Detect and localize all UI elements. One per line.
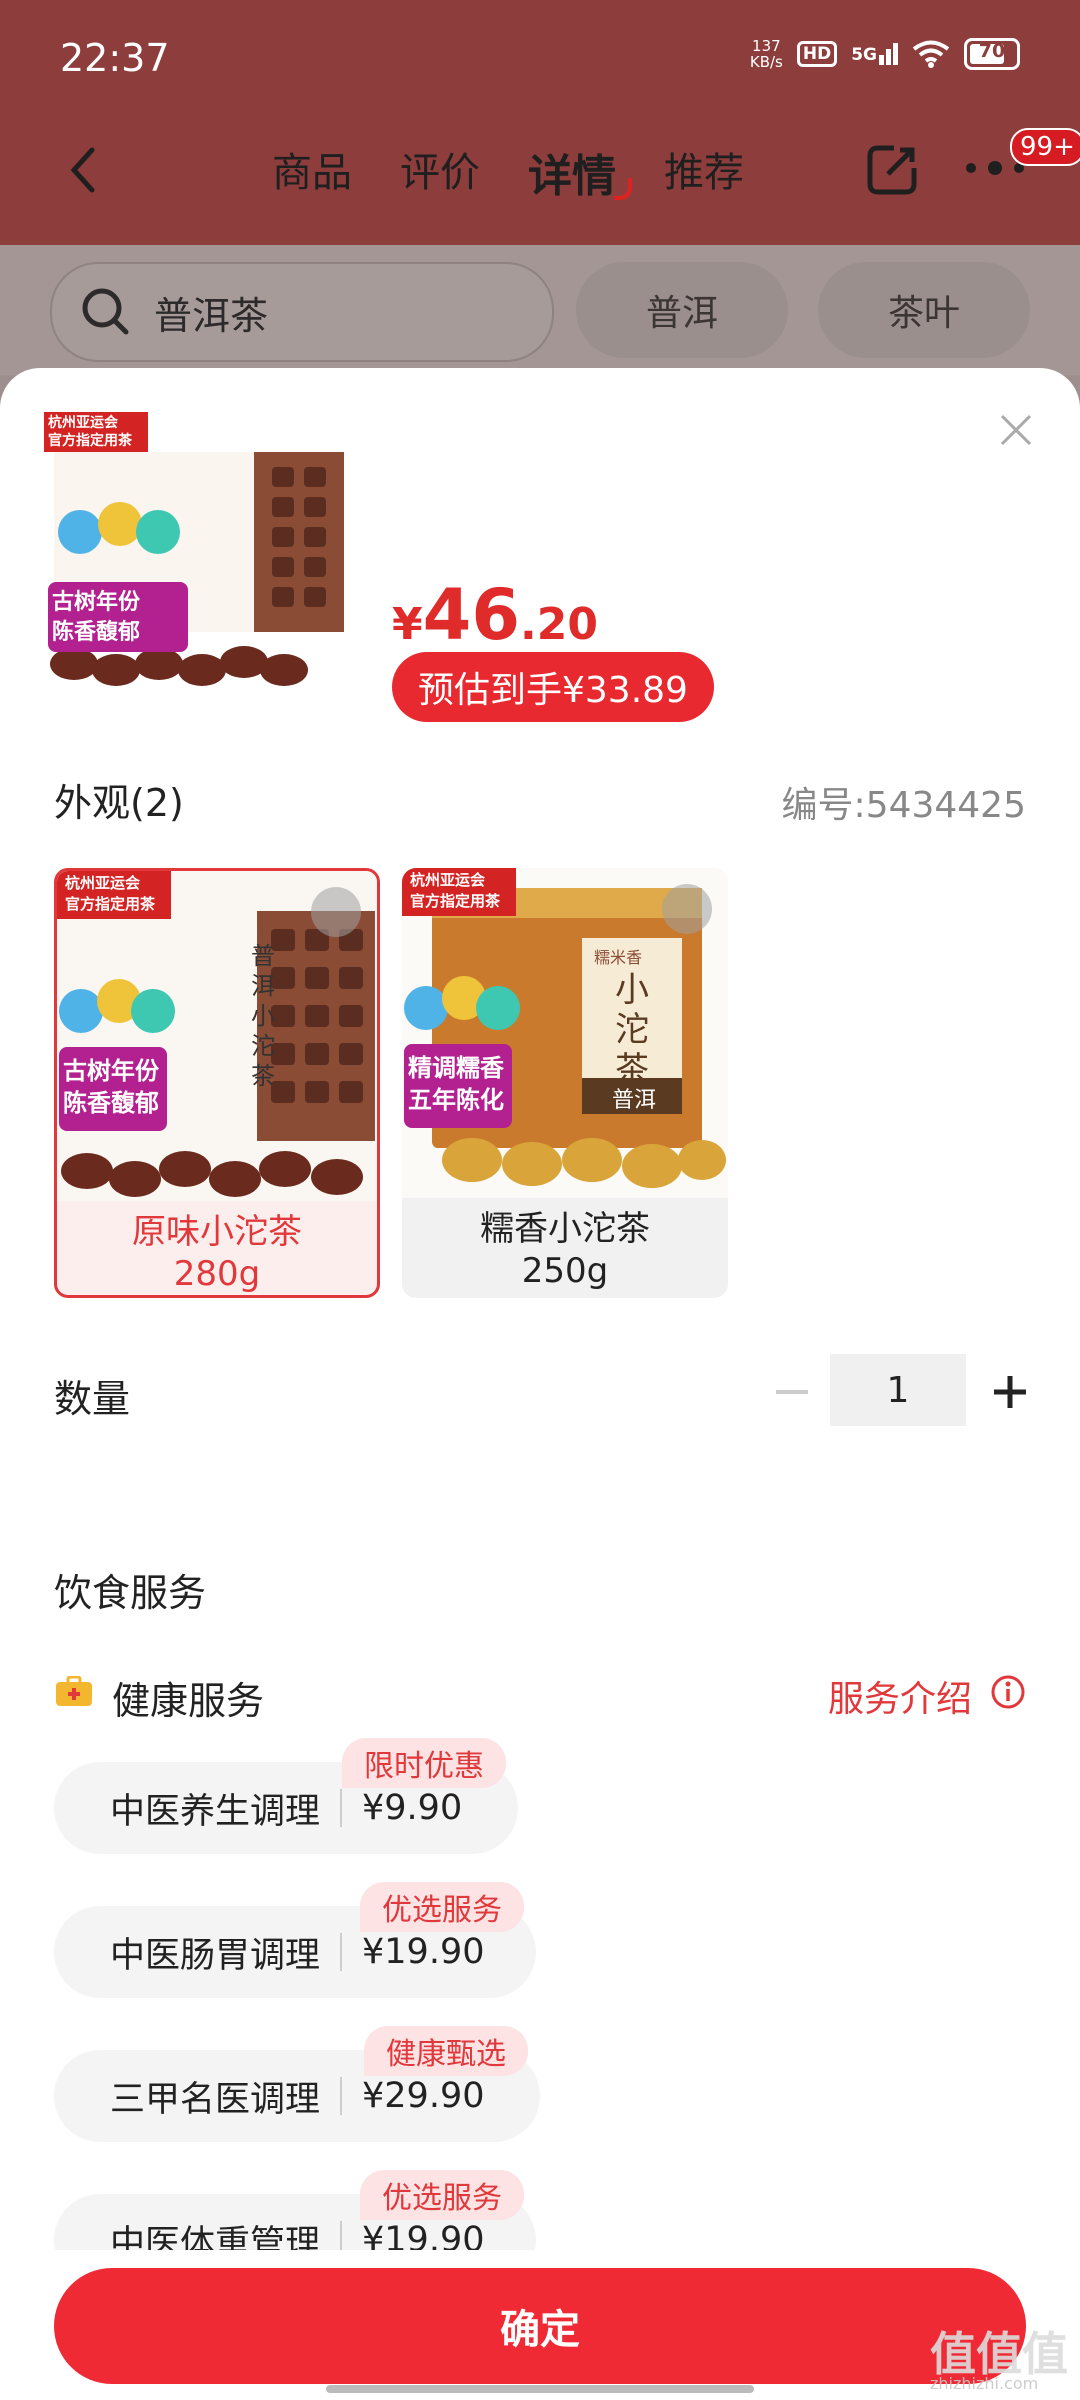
- close-icon[interactable]: [996, 410, 1036, 450]
- search-chip-puer[interactable]: 普洱: [576, 262, 788, 358]
- battery-icon: 70: [964, 38, 1020, 70]
- medical-kit-icon: [56, 1676, 92, 1706]
- appearance-title: 外观(2): [54, 781, 184, 825]
- minus-icon[interactable]: [770, 1362, 814, 1422]
- service-tag: 限时优惠: [342, 1738, 506, 1788]
- tab-recommend[interactable]: 推荐: [664, 140, 744, 204]
- health-service-title: 健康服务: [112, 1679, 265, 1723]
- variant-label: 糯香小沱茶 250g: [480, 1209, 650, 1291]
- expand-image-icon[interactable]: [662, 884, 712, 934]
- price: ¥46.20: [392, 574, 598, 656]
- service-list-clip: 中医体重管理 ¥19.90 优选服务: [0, 2170, 1080, 2250]
- hero-caption: 古树年份 陈香馥郁: [52, 590, 141, 645]
- estimated-price-badge: 预估到手¥33.89: [392, 652, 714, 722]
- expand-image-icon[interactable]: [311, 887, 361, 937]
- variant-original[interactable]: 杭州亚运会 官方指定用茶 普洱小沱茶 古树年份 陈香馥郁 原味小沱茶 280g: [54, 868, 380, 1298]
- service-tag: 优选服务: [360, 2170, 524, 2220]
- sku-number: 编号:5434425: [781, 785, 1026, 826]
- quantity-label: 数量: [54, 1377, 131, 1421]
- network-speed: 137 KB/s: [749, 37, 783, 71]
- status-time: 22:37: [60, 36, 170, 80]
- search-input[interactable]: 普洱茶: [50, 262, 554, 362]
- back-icon[interactable]: [60, 140, 110, 200]
- product-thumbnail[interactable]: 杭州亚运会 官方指定用茶 古树年份 陈香馥郁: [44, 412, 346, 694]
- hero-tag: 杭州亚运会 官方指定用茶: [48, 415, 132, 449]
- search-icon: [82, 288, 129, 335]
- message-badge: 99+: [1010, 128, 1080, 166]
- quantity-field[interactable]: 1: [830, 1354, 966, 1426]
- service-intro-link[interactable]: 服务介绍: [828, 1670, 972, 1722]
- home-indicator: [326, 2385, 754, 2393]
- variant-image: 杭州亚运会 官方指定用茶 糯米香 小沱茶 普洱 精调糯香 五年陈化: [402, 868, 728, 1198]
- hd-icon: HD: [796, 41, 838, 67]
- box-title: 普洱小沱茶: [251, 942, 275, 1090]
- box-title: 小沱茶: [615, 970, 649, 1090]
- tab-reviews[interactable]: 评价: [400, 140, 480, 204]
- search-query: 普洱茶: [154, 293, 269, 338]
- variant-image: 杭州亚运会 官方指定用茶 普洱小沱茶 古树年份 陈香馥郁: [57, 871, 377, 1201]
- tab-details[interactable]: 详情: [528, 140, 632, 204]
- status-icons: 137 KB/s HD 5G 70: [750, 38, 1020, 70]
- tab-product[interactable]: 商品: [272, 140, 352, 204]
- variant-glutinous[interactable]: 杭州亚运会 官方指定用茶 糯米香 小沱茶 普洱 精调糯香 五年陈化 糯香小沱茶 250…: [402, 868, 728, 1298]
- share-icon[interactable]: [864, 142, 920, 198]
- search-chip-tea[interactable]: 茶叶: [818, 262, 1030, 358]
- service-tag: 优选服务: [360, 1882, 524, 1932]
- wifi-icon: [912, 40, 950, 68]
- info-icon[interactable]: [990, 1674, 1026, 1710]
- confirm-button[interactable]: 确定: [54, 2268, 1026, 2384]
- signal-5g-icon: 5G: [851, 43, 898, 65]
- header-tabs: 商品 评价 详情 推荐: [272, 140, 744, 204]
- variant-label: 原味小沱茶 280g: [132, 1212, 302, 1294]
- plus-icon[interactable]: [990, 1362, 1030, 1422]
- service-tag: 健康甄选: [364, 2026, 528, 2076]
- diet-services-title: 饮食服务: [54, 1571, 207, 1615]
- watermark-url: zhizhizhi.com: [930, 2374, 1039, 2393]
